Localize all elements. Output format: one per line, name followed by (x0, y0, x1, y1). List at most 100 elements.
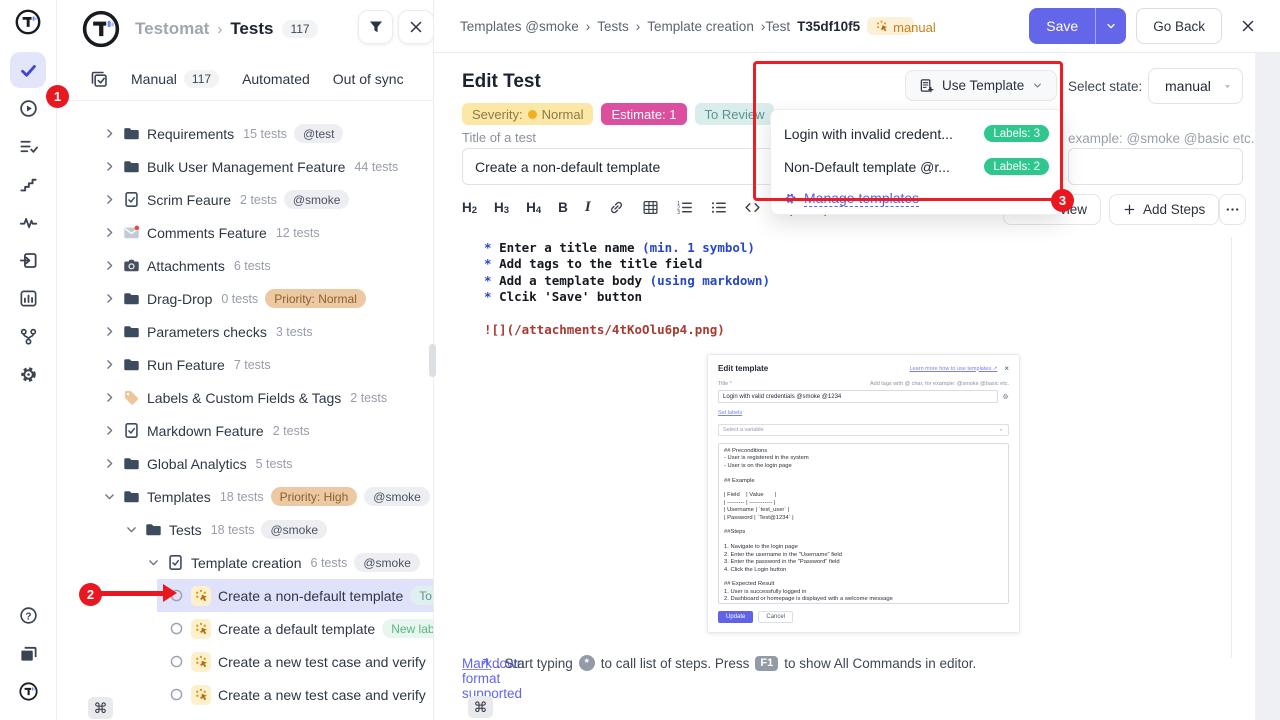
chevron-right-icon[interactable] (103, 226, 116, 239)
manual-state-badge: manual (867, 17, 914, 35)
tree-item[interactable]: Template creation6 tests@smoke (57, 546, 433, 579)
test-status-ring-icon[interactable] (169, 687, 184, 702)
breadcrumb-part[interactable]: Templates @smoke (460, 19, 579, 34)
chevron-right-icon[interactable] (103, 160, 116, 173)
rail-item-analytics[interactable] (10, 204, 46, 240)
tree-item[interactable]: Templates18 testsPriority: High@smoke (57, 480, 433, 513)
toolbar-table-button[interactable] (642, 199, 659, 216)
tree-item[interactable]: Run Feature7 tests (57, 348, 433, 381)
tab-automated[interactable]: Automated (242, 71, 310, 87)
rail-item-logo[interactable] (10, 673, 46, 709)
tree-item-badge: @smoke (284, 190, 350, 209)
rail-item-docs[interactable] (10, 635, 46, 671)
chevron-right-icon[interactable] (103, 457, 116, 470)
tree-item[interactable]: Global Analytics5 tests (57, 447, 433, 480)
tree-item[interactable]: Tests18 tests@smoke (57, 513, 433, 546)
breadcrumb[interactable]: Templates @smoke›Tests›Template creation… (460, 17, 1029, 35)
annotation-arrow (101, 591, 164, 596)
project-logo-icon[interactable] (82, 10, 120, 48)
chevron-down-icon[interactable] (103, 490, 116, 503)
close-panel-button[interactable] (398, 10, 434, 44)
toolbar-code-button[interactable] (744, 199, 761, 216)
template-menu-item[interactable]: Login with invalid credent...Labels: 3 (771, 117, 1062, 150)
tree-item[interactable]: Labels & Custom Fields & Tags2 tests (57, 381, 433, 414)
chevron-down-icon[interactable] (125, 523, 138, 536)
toolbar-b-button[interactable]: B (558, 200, 568, 215)
rail-item-milestones[interactable] (10, 166, 46, 202)
toolbar-ul-button[interactable] (710, 199, 727, 216)
save-button[interactable]: Save (1029, 8, 1126, 44)
tree-item[interactable]: Drag-Drop0 testsPriority: Normal (57, 282, 433, 315)
breadcrumb-part[interactable]: Template creation (647, 19, 754, 34)
toolbar-h4-button[interactable]: H4 (526, 200, 541, 215)
tree-item[interactable]: Scrim Feaure2 tests@smoke (57, 183, 433, 216)
external-link-icon (479, 656, 491, 668)
breadcrumb-part[interactable]: Tests (597, 19, 629, 34)
tree-item[interactable]: Create a default templateNew label (57, 612, 433, 645)
chevron-right-icon[interactable] (103, 259, 116, 272)
toolbar-i-button[interactable]: I (585, 199, 591, 216)
chevron-right-icon[interactable] (103, 358, 116, 371)
chevron-right-icon[interactable] (103, 325, 116, 338)
tree-item[interactable]: Parameters checks3 tests (57, 315, 433, 348)
chevron-right-icon[interactable] (103, 391, 116, 404)
filter-button[interactable] (358, 10, 393, 44)
preview-tags-hint: Add tags with @ char, for example: @smok… (870, 381, 1009, 387)
tree-item[interactable]: Comments Feature12 tests (57, 216, 433, 249)
add-steps-button[interactable]: Add Steps (1109, 194, 1219, 225)
rail-item-import[interactable] (10, 242, 46, 278)
go-back-button[interactable]: Go Back (1136, 8, 1222, 44)
rail-item-branches[interactable] (10, 318, 46, 354)
rail-item-tests[interactable] (10, 52, 46, 88)
manage-templates-link[interactable]: Manage templates (771, 183, 1062, 206)
attachment-image-preview[interactable]: Edit template Learn more how to use temp… (707, 354, 1020, 633)
state-select[interactable]: manual (1148, 68, 1243, 104)
rail-item-plans[interactable] (10, 128, 46, 164)
save-dropdown-button[interactable] (1096, 20, 1126, 32)
tree-item[interactable]: Attachments6 tests (57, 249, 433, 282)
chevron-right-icon[interactable] (103, 193, 116, 206)
test-status-ring-icon[interactable] (169, 621, 184, 636)
more-actions-button[interactable] (1219, 194, 1246, 225)
tree-item-badge: Priority: Normal (265, 289, 366, 308)
markdown-editor[interactable]: * Enter a title name (min. 1 symbol)* Ad… (484, 240, 770, 338)
tags-input[interactable] (1068, 148, 1243, 185)
project-name[interactable]: Testomat (135, 19, 209, 39)
chevron-down-icon[interactable] (147, 556, 160, 569)
tree-item[interactable]: Bulk User Management Feature44 tests (57, 150, 433, 183)
tree-tabs: Manual 117 Automated Out of sync (57, 58, 433, 101)
right-gutter (1255, 53, 1280, 720)
toolbar-link-button[interactable] (608, 199, 625, 216)
tab-out-of-sync[interactable]: Out of sync (333, 71, 404, 87)
rail-item-settings[interactable] (10, 356, 46, 392)
rail-item-reports[interactable] (10, 280, 46, 316)
command-palette-key[interactable]: ⌘ (88, 697, 113, 719)
toolbar-h2-button[interactable]: H2 (462, 200, 477, 215)
test-status-ring-icon[interactable] (169, 654, 184, 669)
template-menu-item[interactable]: Non-Default template @r...Labels: 2 (771, 150, 1062, 183)
tree-item-label: Requirements (147, 126, 234, 142)
tree-header: Testomat › Tests 117 (57, 0, 433, 58)
asterisk-key-badge: * (579, 655, 595, 671)
library-icon (19, 644, 38, 663)
tree-item[interactable]: Create a new test case and verify (57, 645, 433, 678)
rail-item-help[interactable]: ? (10, 597, 46, 633)
tree-item[interactable]: Markdown Feature2 tests (57, 414, 433, 447)
select-all-icon[interactable] (90, 70, 108, 88)
toolbar-ol-button[interactable]: 123 (676, 199, 693, 216)
chevron-right-icon[interactable] (103, 292, 116, 305)
tree-scrollbar-thumb[interactable] (429, 344, 436, 377)
rail-item-runs[interactable] (10, 90, 46, 126)
use-template-button[interactable]: Use Template (905, 70, 1057, 101)
close-editor-icon[interactable] (1240, 18, 1256, 34)
command-palette-key[interactable]: ⌘ (468, 696, 493, 718)
toolbar-h3-button[interactable]: H3 (494, 200, 509, 215)
chevron-right-icon[interactable] (103, 424, 116, 437)
tree-item[interactable]: Create a non-default templateTo Review (157, 579, 433, 612)
tab-manual[interactable]: Manual 117 (131, 70, 219, 88)
manual-count-badge: 117 (184, 70, 219, 88)
chevron-right-icon[interactable] (103, 127, 116, 140)
tree-item[interactable]: Requirements15 tests@test (57, 117, 433, 150)
markdown-format-link[interactable]: Markdown format supported (462, 656, 491, 670)
tree-item[interactable]: Create a new test case and verify (57, 678, 433, 711)
